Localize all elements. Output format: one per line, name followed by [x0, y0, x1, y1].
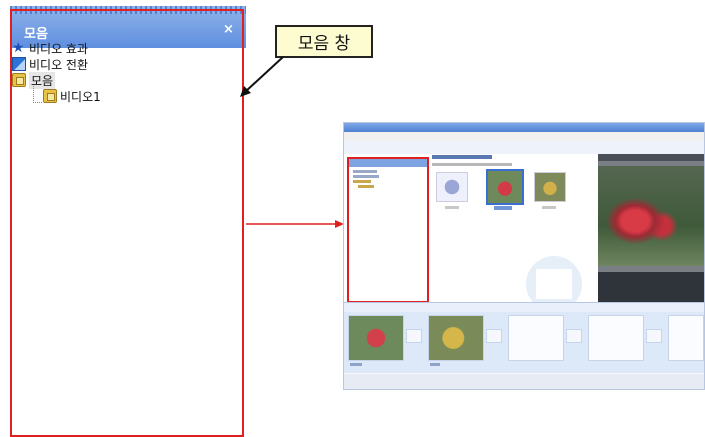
storyboard-clip: [348, 315, 404, 361]
clip-label: [430, 363, 440, 366]
storyboard-transition: [486, 329, 502, 343]
mini-tree-item: [353, 180, 371, 183]
app-status-bar: [344, 374, 704, 389]
storyboard-transition: [646, 329, 662, 343]
storyboard-slot: [588, 315, 644, 361]
app-title-bar: [344, 123, 704, 132]
app-collections-pane-highlighted: [347, 157, 429, 303]
app-toolbar: [344, 141, 704, 155]
mini-tree-item: [358, 185, 374, 188]
storyboard-transition: [566, 329, 582, 343]
thumbnail-label: [445, 206, 459, 209]
app-pane-header: [349, 159, 427, 167]
thumbnail-label: [494, 206, 512, 210]
collection-thumbnail: [436, 172, 468, 202]
clip-label: [350, 363, 362, 366]
preview-header: [598, 154, 704, 161]
preview-monitor: [598, 154, 704, 302]
thumbnail-label: [542, 206, 556, 209]
collection-subtitle: [432, 163, 512, 166]
storyboard-slot: [668, 315, 704, 361]
collection-thumbnail: [534, 172, 566, 202]
collection-thumbnail-selected: [486, 169, 524, 205]
app-menu-bar: [344, 132, 704, 141]
storyboard-toolbar: [344, 303, 704, 312]
storyboard-transition: [406, 329, 422, 343]
mini-tree-item: [353, 175, 379, 178]
storyboard-slot: [508, 315, 564, 361]
app-window-thumbnail: [343, 122, 705, 390]
storyboard: [344, 302, 704, 373]
mini-tree-item: [353, 170, 377, 173]
preview-controls: [598, 272, 704, 302]
preview-image: [598, 166, 704, 266]
collection-title: [432, 155, 492, 159]
callout-arrow: [244, 56, 284, 93]
storyboard-clip: [428, 315, 484, 361]
